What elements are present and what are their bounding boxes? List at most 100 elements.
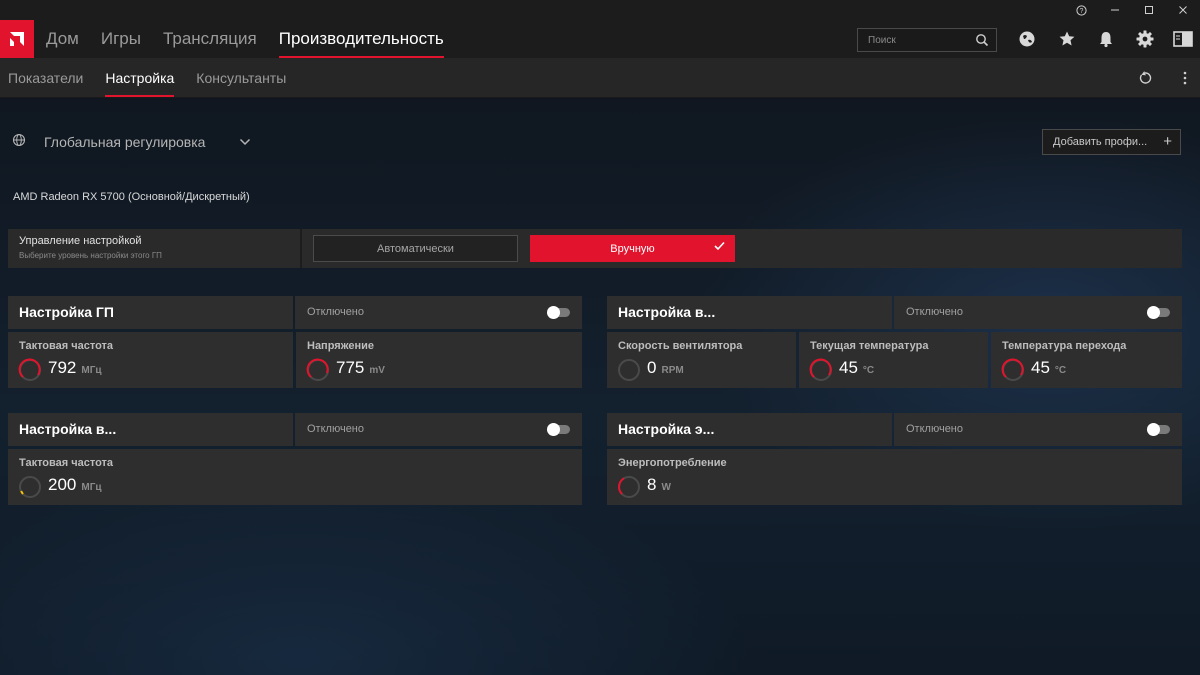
profile-label: Глобальная регулировка xyxy=(44,134,206,150)
metric-value: 200 МГц xyxy=(48,475,102,494)
amd-logo-icon xyxy=(10,32,24,46)
metric-value: 45 °C xyxy=(839,358,875,377)
search-icon[interactable] xyxy=(975,33,989,50)
junction-temperature-metric: Температура перехода 45 °C xyxy=(991,332,1182,388)
vram-tuning-status: Отключено xyxy=(295,413,582,446)
power-tuning-toggle[interactable] xyxy=(1147,423,1170,436)
bell-icon[interactable] xyxy=(1096,29,1116,49)
close-icon xyxy=(1179,6,1187,14)
fan-speed-metric: Скорость вентилятора 0 RPM xyxy=(607,332,796,388)
metric-label: Тактовая частота xyxy=(19,340,114,352)
gpu-tuning-title: Настройка ГП xyxy=(19,304,114,320)
add-profile-button[interactable]: Добавить профи... + xyxy=(1042,129,1181,155)
manual-button[interactable]: Вручную xyxy=(530,235,735,262)
fan-tuning-status-text: Отключено xyxy=(906,306,963,318)
reset-icon[interactable] xyxy=(1136,69,1154,87)
fan-tuning-status: Отключено xyxy=(894,296,1182,329)
main-nav: Дом Игры Трансляция Производительность xyxy=(0,20,1200,58)
tab-performance[interactable]: Производительность xyxy=(278,20,444,58)
current-temperature-metric: Текущая температура 45 °C xyxy=(799,332,988,388)
gauge-icon xyxy=(306,358,329,381)
metric-label: Напряжение xyxy=(307,340,374,352)
metric-label: Энергопотребление xyxy=(618,457,727,469)
tab-home[interactable]: Дом xyxy=(46,20,79,58)
metric-value: 792 МГц xyxy=(48,358,102,377)
manual-label: Вручную xyxy=(610,242,655,255)
tab-games[interactable]: Игры xyxy=(101,20,141,58)
power-tuning-status: Отключено xyxy=(894,413,1182,446)
search-input[interactable] xyxy=(868,34,968,46)
minimize-button[interactable] xyxy=(1098,0,1132,20)
gauge-icon xyxy=(809,358,832,381)
fan-tuning-panel: Настройка в... Отключено Скорость вентил… xyxy=(607,296,1182,388)
gpu-tuning-header: Настройка ГП xyxy=(8,296,293,329)
metric-label: Скорость вентилятора xyxy=(618,340,743,352)
vram-tuning-status-text: Отключено xyxy=(307,423,364,435)
vram-tuning-title: Настройка в... xyxy=(19,421,117,437)
minimize-icon xyxy=(1111,9,1119,11)
gauge-icon xyxy=(19,476,41,498)
gpu-tuning-panel: Настройка ГП Отключено Тактовая частота … xyxy=(8,296,582,388)
gauge-icon xyxy=(618,359,640,381)
gpu-tuning-status-text: Отключено xyxy=(307,306,364,318)
gpu-tuning-toggle[interactable] xyxy=(547,306,570,319)
globe-icon[interactable] xyxy=(1017,29,1037,49)
amd-logo[interactable] xyxy=(0,20,34,58)
divider xyxy=(300,229,302,268)
search-box[interactable] xyxy=(857,28,997,52)
maximize-button[interactable] xyxy=(1132,0,1166,20)
power-tuning-header: Настройка э... xyxy=(607,413,892,446)
metric-value: 775 mV xyxy=(336,358,385,377)
plus-icon: + xyxy=(1163,133,1172,150)
tab-tuning[interactable]: Настройка xyxy=(105,58,174,98)
fan-tuning-title: Настройка в... xyxy=(618,304,716,320)
automatic-label: Автоматически xyxy=(377,242,454,255)
vram-clock-metric: Тактовая частота 200 МГц xyxy=(8,449,582,505)
gauge-icon xyxy=(1001,358,1024,381)
check-icon xyxy=(714,241,725,254)
power-tuning-panel: Настройка э... Отключено Энергопотреблен… xyxy=(607,413,1182,505)
gauge-icon xyxy=(618,476,640,498)
maximize-icon xyxy=(1145,6,1153,14)
power-tuning-title: Настройка э... xyxy=(618,421,715,437)
globe-small-icon xyxy=(12,133,26,152)
gpu-clock-metric: Тактовая частота 792 МГц xyxy=(8,332,293,388)
gauge-icon xyxy=(18,358,41,381)
vram-tuning-panel: Настройка в... Отключено Тактовая частот… xyxy=(8,413,582,505)
power-consumption-metric: Энергопотребление 8W xyxy=(607,449,1182,505)
vram-tuning-header: Настройка в... xyxy=(8,413,293,446)
gear-icon[interactable] xyxy=(1135,29,1155,49)
close-button[interactable] xyxy=(1166,0,1200,20)
fan-tuning-header: Настройка в... xyxy=(607,296,892,329)
metric-value: 45 °C xyxy=(1031,358,1067,377)
help-icon: ? xyxy=(1075,4,1087,16)
fan-tuning-toggle[interactable] xyxy=(1147,306,1170,319)
window-titlebar: ? xyxy=(0,0,1200,20)
tuning-control-row: Управление настройкой Выберите уровень н… xyxy=(8,229,1182,268)
help-button[interactable]: ? xyxy=(1064,0,1098,20)
profile-selector[interactable]: Глобальная регулировка xyxy=(12,130,251,154)
metric-label: Текущая температура xyxy=(810,340,929,352)
power-tuning-status-text: Отключено xyxy=(906,423,963,435)
vram-tuning-toggle[interactable] xyxy=(547,423,570,436)
tuning-control-title: Управление настройкой xyxy=(19,235,142,247)
automatic-button[interactable]: Автоматически xyxy=(313,235,518,262)
chevron-down-icon xyxy=(239,133,251,151)
tab-metrics[interactable]: Показатели xyxy=(8,58,83,98)
sidebar-panel-icon[interactable] xyxy=(1173,29,1193,49)
svg-text:?: ? xyxy=(1079,8,1083,15)
tab-streaming[interactable]: Трансляция xyxy=(163,20,257,58)
metric-label: Тактовая частота xyxy=(19,457,114,469)
metric-label: Температура перехода xyxy=(1002,340,1127,352)
more-options-icon[interactable] xyxy=(1176,69,1194,87)
gpu-name: AMD Radeon RX 5700 (Основной/Дискретный) xyxy=(13,191,250,203)
gpu-tuning-status: Отключено xyxy=(295,296,582,329)
tab-advisors[interactable]: Консультанты xyxy=(196,58,286,98)
star-icon[interactable] xyxy=(1057,29,1077,49)
gpu-voltage-metric: Напряжение 775 mV xyxy=(296,332,582,388)
sub-nav: Показатели Настройка Консультанты xyxy=(0,58,1200,98)
metric-value: 0 RPM xyxy=(647,358,684,377)
add-profile-label: Добавить профи... xyxy=(1053,136,1148,148)
tuning-control-subtitle: Выберите уровень настройки этого ГП xyxy=(19,251,162,260)
metric-value: 8W xyxy=(647,475,671,494)
